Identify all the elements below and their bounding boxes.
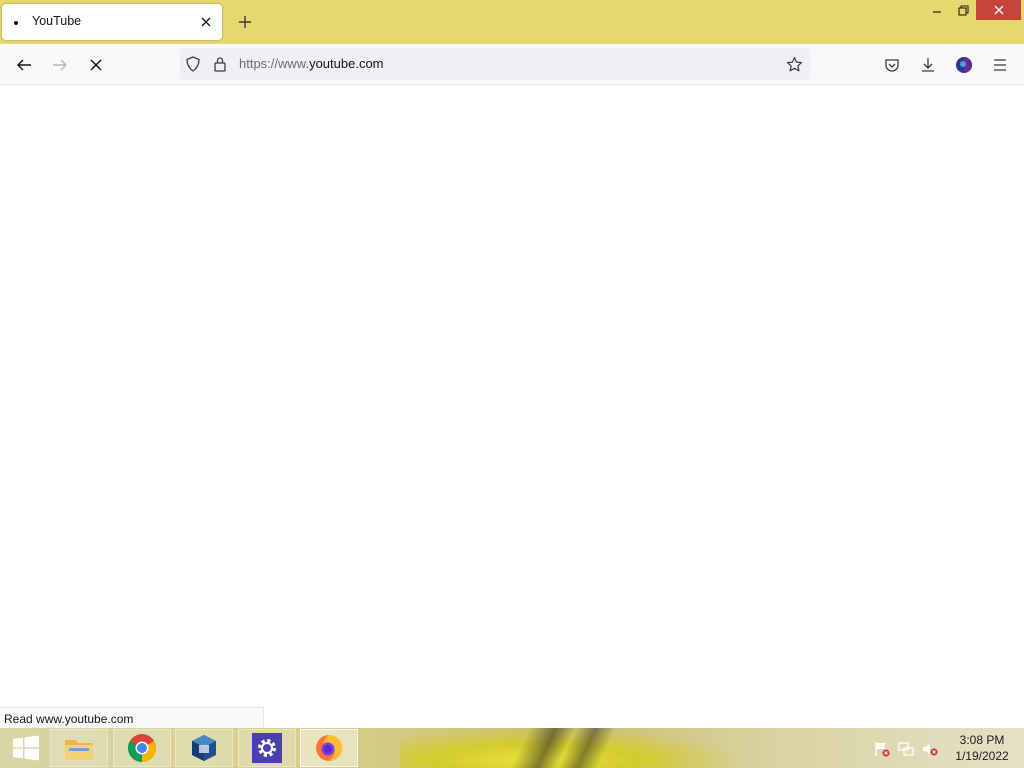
page-content-area <box>0 85 1024 728</box>
tab-title: YouTube <box>32 14 82 28</box>
forward-button[interactable] <box>45 50 75 80</box>
network-icon[interactable] <box>897 740 915 758</box>
bookmark-star-icon[interactable] <box>784 54 804 74</box>
downloads-icon[interactable] <box>913 50 943 80</box>
taskbar-settings[interactable] <box>238 729 296 767</box>
loading-dot-icon <box>14 21 18 25</box>
windows-taskbar: 3:08 PM 1/19/2022 <box>0 728 1024 768</box>
url-domain: youtube.com <box>309 56 384 71</box>
tracking-protection-shield-icon[interactable] <box>183 54 203 74</box>
taskbar-chrome[interactable] <box>113 729 171 767</box>
app-menu-icon[interactable] <box>985 50 1015 80</box>
firefox-icon <box>316 735 342 761</box>
settings-gear-icon <box>252 733 282 763</box>
restore-button[interactable] <box>950 0 976 20</box>
browser-titlebar: YouTube <box>0 0 1024 44</box>
folder-icon <box>65 740 93 760</box>
url-prefix: https://www. <box>239 56 310 71</box>
volume-muted-icon[interactable] <box>921 740 939 758</box>
back-button[interactable] <box>9 50 39 80</box>
taskbar-clock[interactable]: 3:08 PM 1/19/2022 <box>944 732 1020 764</box>
pocket-icon[interactable] <box>877 50 907 80</box>
navigation-toolbar: https://www.youtube.com <box>0 44 1024 85</box>
close-window-button[interactable] <box>976 0 1021 20</box>
lock-icon[interactable] <box>210 54 230 74</box>
minimize-button[interactable] <box>924 0 950 20</box>
account-avatar-icon[interactable] <box>949 50 979 80</box>
taskbar-file-explorer[interactable] <box>50 729 108 767</box>
screen: YouTube https://www.youtube.com Read www… <box>0 0 1024 768</box>
clock-time: 3:08 PM <box>959 733 1005 747</box>
chrome-icon <box>128 734 156 762</box>
url-text[interactable]: https://www.youtube.com <box>239 56 384 71</box>
wallpaper-shadow <box>505 728 615 768</box>
start-button[interactable] <box>4 728 48 768</box>
taskbar-firefox[interactable] <box>300 729 358 767</box>
url-bar[interactable]: https://www.youtube.com <box>180 48 810 80</box>
stop-loading-button[interactable] <box>81 50 111 80</box>
status-bar-text: Read www.youtube.com <box>0 707 264 728</box>
tab-youtube[interactable]: YouTube <box>2 4 222 40</box>
action-center-flag-icon[interactable] <box>873 740 891 758</box>
new-tab-button[interactable] <box>232 9 258 35</box>
virtualbox-icon <box>192 735 216 761</box>
taskbar-virtualbox[interactable] <box>175 729 233 767</box>
clock-date: 1/19/2022 <box>955 749 1009 763</box>
tab-close-icon[interactable] <box>196 12 216 32</box>
